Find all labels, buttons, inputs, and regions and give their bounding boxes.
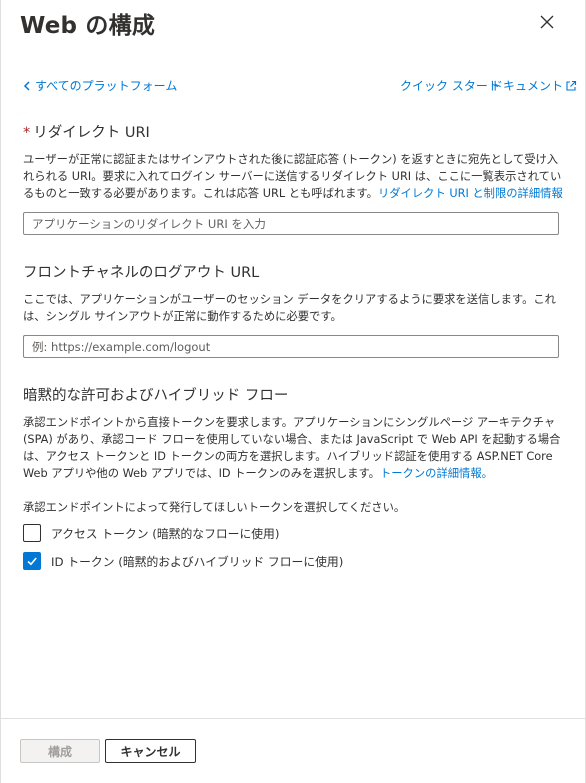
- required-marker: *: [23, 125, 31, 141]
- token-select-prompt: 承認エンドポイントによって発行してほしいトークンを選択してください。: [23, 501, 406, 514]
- token-info-link[interactable]: トークンの詳細情報。: [380, 467, 493, 480]
- panel-title: Web の構成: [20, 13, 156, 39]
- web-config-panel: Web の構成 すべてのプラットフォーム クイック スタート ドキュメント * リ…: [0, 0, 586, 783]
- redirect-uri-title: リダイレクト URI: [33, 125, 150, 141]
- close-icon: [540, 15, 554, 29]
- configure-button[interactable]: 構成: [20, 739, 100, 763]
- logout-url-input[interactable]: [23, 335, 559, 358]
- redirect-uri-info-link[interactable]: リダイレクト URI と制限の詳細情報: [378, 187, 563, 200]
- logout-url-title: フロントチャネルのログアウト URL: [23, 265, 260, 281]
- id-token-checkbox[interactable]: [23, 552, 41, 570]
- redirect-uri-heading: * リダイレクト URI: [23, 121, 150, 142]
- back-link-label: すべてのプラットフォーム: [35, 79, 178, 93]
- cancel-button[interactable]: キャンセル: [105, 739, 196, 763]
- id-token-label: ID トークン (暗黙的およびハイブリッド フローに使用): [51, 554, 344, 569]
- access-token-checkbox[interactable]: [23, 524, 41, 542]
- checkmark-icon: [27, 557, 37, 566]
- access-token-checkbox-row[interactable]: アクセス トークン (暗黙的なフローに使用): [23, 524, 279, 542]
- docs-link[interactable]: ドキュメント: [491, 77, 577, 94]
- external-link-icon: [566, 80, 577, 91]
- footer-divider: [1, 718, 586, 719]
- close-button[interactable]: [537, 12, 557, 32]
- docs-link-label: ドキュメント: [491, 79, 564, 93]
- quickstart-link[interactable]: クイック スタート: [400, 77, 500, 94]
- implicit-grant-title: 暗黙的な許可およびハイブリッド フロー: [23, 388, 289, 404]
- implicit-grant-description: 承認エンドポイントから直接トークンを要求します。アプリケーションにシングルページ…: [23, 414, 563, 482]
- chevron-left-icon: [23, 80, 30, 91]
- logout-url-description: ここでは、アプリケーションがユーザーのセッション データをクリアするように要求を…: [23, 293, 556, 323]
- access-token-label: アクセス トークン (暗黙的なフローに使用): [51, 526, 280, 541]
- back-to-platforms-link[interactable]: すべてのプラットフォーム: [23, 77, 177, 94]
- redirect-uri-description: ユーザーが正常に認証またはサインアウトされた後に認証応答 (トークン) を返すと…: [23, 151, 563, 202]
- redirect-uri-input[interactable]: [23, 212, 559, 235]
- id-token-checkbox-row[interactable]: ID トークン (暗黙的およびハイブリッド フローに使用): [23, 552, 343, 570]
